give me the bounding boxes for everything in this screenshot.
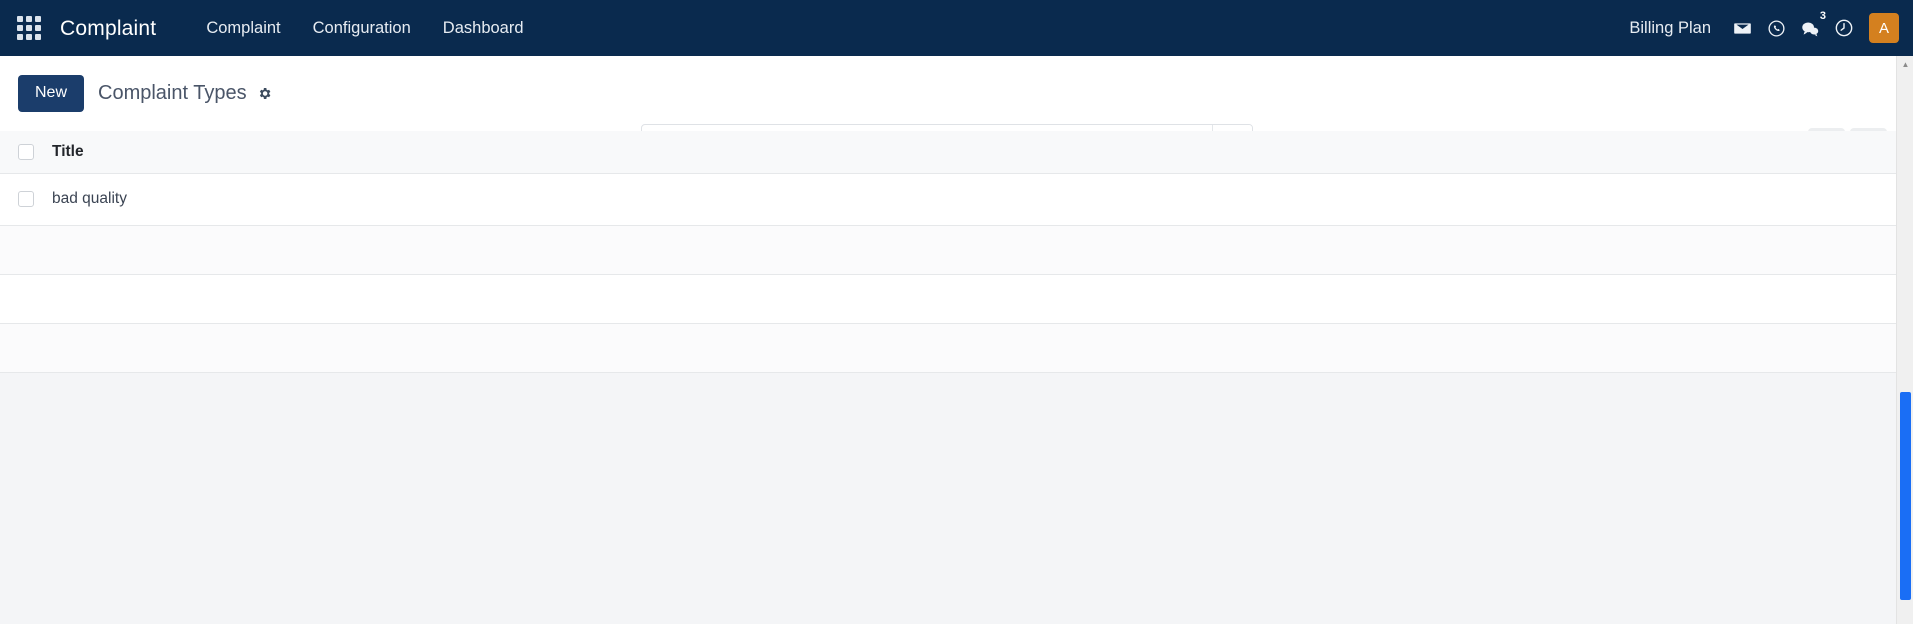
avatar[interactable]: A — [1869, 13, 1899, 43]
brand-title[interactable]: Complaint — [60, 18, 156, 39]
nav-item-dashboard[interactable]: Dashboard — [427, 0, 540, 56]
empty-cell — [42, 323, 1899, 373]
scroll-up-arrow-icon[interactable]: ▲ — [1897, 56, 1913, 73]
nav-item-complaint[interactable]: Complaint — [190, 0, 296, 56]
new-button[interactable]: New — [18, 75, 85, 112]
table-header-row: Title — [0, 131, 1899, 174]
mail-icon[interactable] — [1725, 10, 1759, 46]
select-all-checkbox[interactable] — [18, 143, 34, 160]
messages-badge-count: 3 — [1819, 10, 1826, 22]
empty-cell — [0, 225, 42, 275]
app-root: Complaint Complaint Configuration Dashbo… — [0, 0, 1913, 624]
apps-grid-glyph — [17, 16, 41, 40]
list-view: Title bad quality — [0, 131, 1899, 373]
messages-icon[interactable]: 3 — [1793, 10, 1827, 46]
empty-cell — [0, 323, 42, 373]
scrollbar-thumb[interactable] — [1900, 392, 1911, 600]
select-all-cell — [0, 131, 42, 174]
row-select-cell — [0, 173, 42, 226]
navbar-right-group: Billing Plan 3 A — [1629, 10, 1913, 46]
column-header-title[interactable]: Title — [42, 131, 1899, 174]
cell-title: bad quality — [42, 173, 1899, 226]
empty-row — [0, 274, 1899, 324]
gear-icon[interactable] — [257, 86, 272, 101]
nav-menu: Complaint Configuration Dashboard — [190, 0, 539, 56]
table-head: Title — [0, 131, 1899, 174]
nav-item-configuration[interactable]: Configuration — [297, 0, 427, 56]
table-body: bad quality — [0, 173, 1899, 373]
breadcrumb: Complaint Types — [98, 82, 272, 105]
empty-row — [0, 323, 1899, 373]
apps-grid-icon[interactable] — [14, 13, 44, 43]
control-panel: New Complaint Types Search... — [0, 56, 1913, 162]
top-navbar: Complaint Complaint Configuration Dashbo… — [0, 0, 1913, 56]
table-row[interactable]: bad quality — [0, 173, 1899, 226]
empty-cell — [0, 274, 42, 324]
empty-row — [0, 225, 1899, 275]
empty-cell — [42, 274, 1899, 324]
empty-cell — [42, 225, 1899, 275]
page-title: Complaint Types — [98, 82, 247, 104]
whatsapp-icon[interactable] — [1759, 10, 1793, 46]
records-table: Title bad quality — [0, 131, 1899, 373]
activity-clock-icon[interactable] — [1827, 10, 1861, 46]
vertical-scrollbar[interactable]: ▲ — [1896, 56, 1913, 624]
row-checkbox[interactable] — [18, 191, 34, 207]
billing-plan-link[interactable]: Billing Plan — [1629, 19, 1711, 38]
